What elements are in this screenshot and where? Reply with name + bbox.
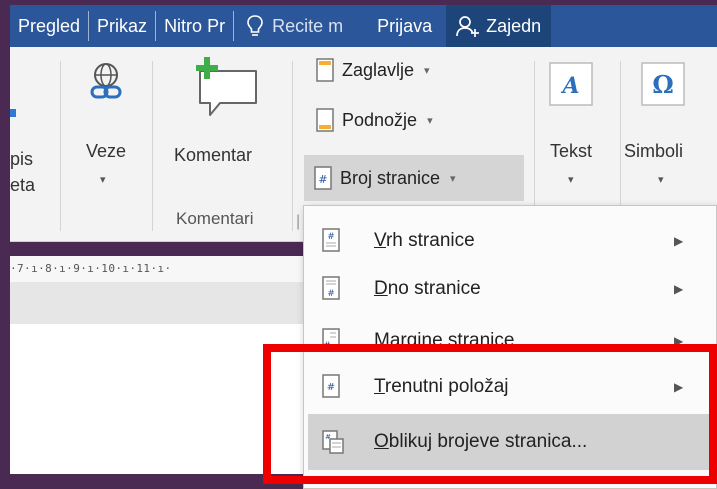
- share-button[interactable]: Zajedn: [446, 5, 552, 47]
- lightbulb-icon: [247, 15, 263, 36]
- chevron-down-icon: ▾: [424, 64, 430, 77]
- new-comment-icon: [196, 57, 257, 116]
- access-key-letter: D: [374, 278, 388, 299]
- svg-text:A: A: [560, 73, 579, 99]
- submenu-arrow-icon: ▶: [674, 282, 684, 296]
- symbols-label: Simboli: [624, 141, 684, 161]
- text-box-icon: A: [549, 62, 593, 106]
- person-add-icon: [456, 16, 480, 37]
- symbols-button[interactable]: Ω Simboli ▾: [622, 61, 717, 211]
- header-button[interactable]: Zaglavlje ▾: [310, 53, 436, 87]
- partial-label-line2: eta: [10, 175, 36, 195]
- page-number-icon: #: [314, 166, 332, 190]
- group-separator: [292, 61, 293, 231]
- menu-item-bottom-of-page[interactable]: # Dno stranice ▶: [304, 260, 716, 318]
- header-icon: [316, 58, 334, 82]
- tab-review[interactable]: Pregled: [10, 5, 88, 47]
- page-bottom-icon: #: [322, 276, 340, 300]
- new-comment-button[interactable]: Komentar: [162, 57, 282, 187]
- group-separator: [152, 61, 153, 231]
- sign-in-link[interactable]: Prijava: [355, 5, 446, 47]
- svg-text:Ω: Ω: [652, 70, 673, 99]
- word-window: Pregled Prikaz Nitro Pr Recite m Prijava…: [0, 0, 717, 489]
- links-label: Veze: [86, 141, 127, 161]
- svg-text:#: #: [318, 173, 327, 186]
- share-label: Zajedn: [486, 15, 542, 36]
- menu-item-label: Vrh stranice: [374, 230, 475, 251]
- links-button[interactable]: Veze ▾: [74, 61, 136, 211]
- chevron-down-icon: ▾: [568, 174, 574, 186]
- footer-label: Podnožje: [342, 109, 418, 130]
- menu-item-label: Dno stranice: [374, 278, 481, 299]
- page-number-label: Broj stranice: [340, 167, 441, 188]
- highlight-box: [263, 344, 717, 484]
- chevron-down-icon: ▾: [658, 174, 664, 186]
- links-icon: [90, 63, 122, 99]
- ribbon-tab-bar: Pregled Prikaz Nitro Pr Recite m Prijava…: [10, 5, 717, 47]
- group-label-fragment: |: [296, 213, 301, 230]
- page-number-button[interactable]: # Broj stranice ▾: [304, 155, 524, 201]
- tell-me-text: Recite m: [272, 15, 344, 36]
- svg-text:#: #: [327, 289, 335, 299]
- svg-text:#: #: [327, 232, 335, 242]
- partial-label-line1: pis: [10, 149, 34, 169]
- text-label: Tekst: [550, 141, 593, 161]
- partial-icon: [10, 109, 16, 117]
- access-key-letter: V: [374, 230, 386, 251]
- footer-icon: [316, 108, 334, 132]
- footer-button[interactable]: Podnožje ▾: [310, 103, 439, 137]
- comments-group-label: Komentari: [176, 209, 254, 228]
- tell-me-box[interactable]: Recite m: [234, 14, 355, 38]
- page-top-icon: #: [322, 228, 340, 252]
- chevron-down-icon: ▾: [100, 174, 106, 186]
- header-label: Zaglavlje: [342, 59, 415, 80]
- submenu-arrow-icon: ▶: [674, 234, 684, 248]
- tab-view[interactable]: Prikaz: [89, 5, 155, 47]
- group-separator: [60, 61, 61, 231]
- text-button[interactable]: A Tekst ▾: [540, 61, 620, 211]
- chevron-down-icon: ▾: [450, 172, 456, 185]
- tab-nitro[interactable]: Nitro Pr: [156, 5, 233, 47]
- omega-icon: Ω: [641, 62, 685, 106]
- comment-label: Komentar: [174, 145, 253, 165]
- chevron-down-icon: ▾: [427, 114, 433, 127]
